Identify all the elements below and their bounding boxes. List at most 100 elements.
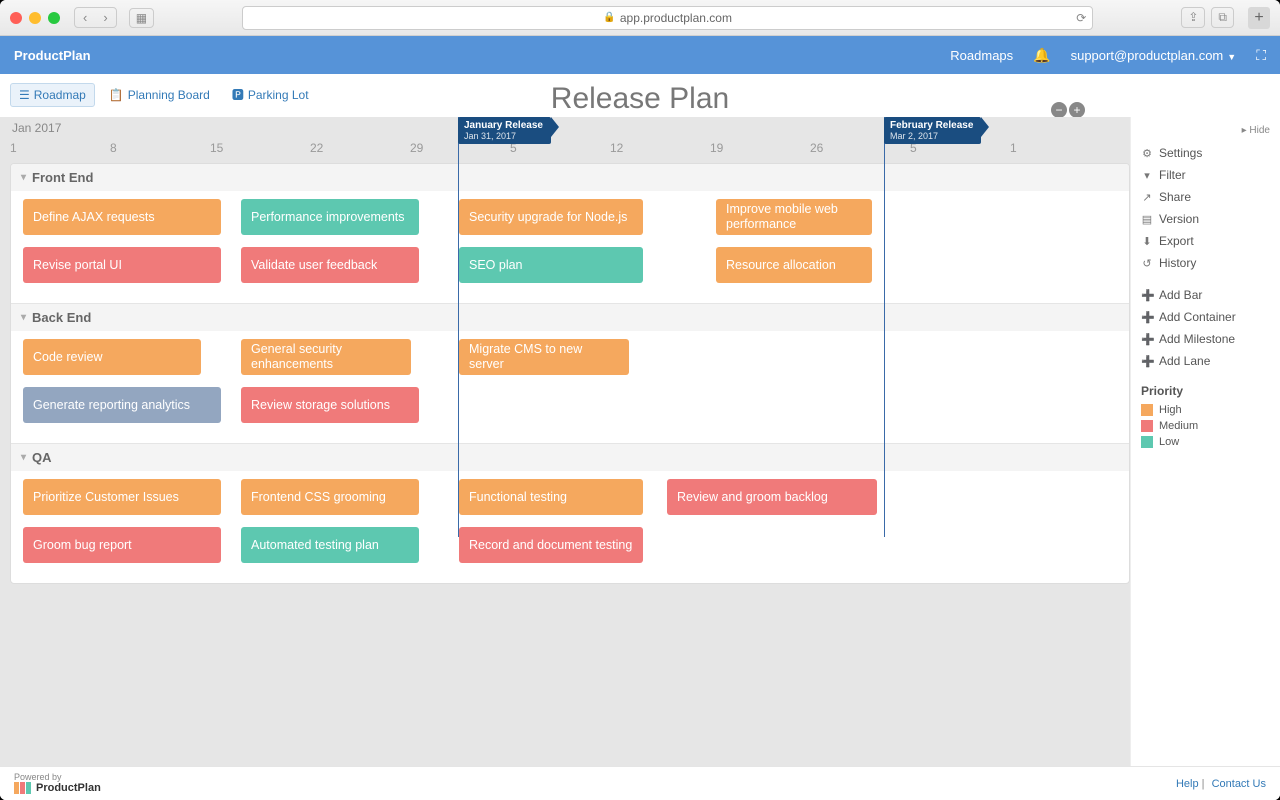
- day-label: 1: [10, 141, 110, 155]
- browser-window: ‹ › ▦ 🔒 app.productplan.com ⟳ ⇪ ⧉ + Prod…: [0, 0, 1280, 800]
- day-label: 19: [710, 141, 810, 155]
- fullscreen-icon[interactable]: ⛶: [1256, 47, 1266, 64]
- roadmap-bar[interactable]: Security upgrade for Node.js: [459, 199, 643, 235]
- roadmap-bar[interactable]: Revise portal UI: [23, 247, 221, 283]
- legend-item: Low: [1141, 434, 1270, 450]
- version-icon: ▤: [1141, 213, 1153, 226]
- lane-row: Revise portal UI Validate user feedback SE…: [11, 247, 1129, 287]
- new-tab-button[interactable]: +: [1248, 7, 1270, 29]
- lane-row: Prioritize Customer Issues Frontend CSS g…: [11, 479, 1129, 519]
- share-icon: ↗: [1141, 191, 1153, 204]
- add-lane-button[interactable]: ➕Add Lane: [1141, 350, 1270, 372]
- lane-row: Code review General security enhancements…: [11, 339, 1129, 379]
- nav-roadmaps[interactable]: Roadmaps: [950, 48, 1013, 63]
- chevron-down-icon: ▾: [21, 312, 26, 323]
- tab-planning-board[interactable]: 📋Planning Board: [101, 84, 218, 106]
- account-menu[interactable]: support@productplan.com▼: [1071, 48, 1237, 63]
- add-bar-button[interactable]: ➕Add Bar: [1141, 284, 1270, 306]
- zoom-in-button[interactable]: +: [1069, 102, 1085, 118]
- milestone[interactable]: February ReleaseMar 2, 2017: [884, 117, 981, 144]
- logo-icon: [14, 782, 32, 794]
- plus-icon: ➕: [1141, 355, 1153, 368]
- lane-header[interactable]: ▾Back End: [11, 303, 1129, 331]
- timeline[interactable]: Jan 2017FebMar 18152229512192651 January…: [0, 117, 1130, 766]
- roadmap-bar[interactable]: Improve mobile web performance: [716, 199, 872, 235]
- help-link[interactable]: Help: [1176, 778, 1199, 790]
- brand-label[interactable]: ProductPlan: [14, 48, 91, 63]
- roadmap-bar[interactable]: Generate reporting analytics: [23, 387, 221, 423]
- roadmap-bar[interactable]: Resource allocation: [716, 247, 872, 283]
- settings-link[interactable]: ⚙Settings: [1141, 142, 1270, 164]
- address-bar[interactable]: 🔒 app.productplan.com ⟳: [242, 6, 1093, 30]
- lanes-container: ▾Front End Define AJAX requests Performanc…: [10, 163, 1130, 584]
- window-controls: [10, 12, 60, 24]
- month-label: Jan 2017: [12, 121, 61, 135]
- nav-buttons: ‹ ›: [74, 7, 117, 28]
- roadmap-bar[interactable]: Frontend CSS grooming: [241, 479, 419, 515]
- version-link[interactable]: ▤Version: [1141, 208, 1270, 230]
- browser-toolbar: ‹ › ▦ 🔒 app.productplan.com ⟳ ⇪ ⧉ +: [0, 0, 1280, 36]
- chevron-down-icon: ▼: [1227, 52, 1236, 62]
- history-icon: ↺: [1141, 257, 1153, 270]
- chevron-down-icon: ▾: [21, 452, 26, 463]
- lane-body: Prioritize Customer Issues Frontend CSS g…: [11, 471, 1129, 583]
- notifications-icon[interactable]: 🔔: [1033, 47, 1050, 64]
- lane-header[interactable]: ▾Front End: [11, 164, 1129, 191]
- priority-heading: Priority: [1141, 384, 1270, 398]
- zoom-out-button[interactable]: −: [1051, 102, 1067, 118]
- day-label: 1: [1010, 141, 1110, 155]
- parking-icon: 🅿: [232, 86, 244, 103]
- roadmap-bar[interactable]: General security enhancements: [241, 339, 411, 375]
- tab-overview-button[interactable]: ▦: [129, 8, 154, 28]
- roadmap-bar[interactable]: SEO plan: [459, 247, 643, 283]
- lane-body: Code review General security enhancements…: [11, 331, 1129, 443]
- filter-icon: ▾: [1141, 169, 1153, 182]
- roadmap-bar[interactable]: Functional testing: [459, 479, 643, 515]
- roadmap-bar[interactable]: Validate user feedback: [241, 247, 419, 283]
- roadmap-bar[interactable]: Migrate CMS to new server: [459, 339, 629, 375]
- roadmap-bar[interactable]: Review storage solutions: [241, 387, 419, 423]
- back-button[interactable]: ‹: [75, 8, 95, 27]
- roadmap-bar[interactable]: Groom bug report: [23, 527, 221, 563]
- legend-item: Medium: [1141, 418, 1270, 434]
- roadmap-icon: ☰: [19, 88, 30, 102]
- hide-panel-button[interactable]: ▸ Hide: [1141, 125, 1270, 136]
- legend-item: High: [1141, 402, 1270, 418]
- share-link[interactable]: ↗Share: [1141, 186, 1270, 208]
- share-button[interactable]: ⇪: [1181, 7, 1205, 28]
- maximize-window-button[interactable]: [48, 12, 60, 24]
- add-container-button[interactable]: ➕Add Container: [1141, 306, 1270, 328]
- tab-parking-lot[interactable]: 🅿Parking Lot: [224, 82, 317, 107]
- day-label: 22: [310, 141, 410, 155]
- tabs-button[interactable]: ⧉: [1211, 7, 1234, 28]
- tab-roadmap[interactable]: ☰Roadmap: [10, 83, 95, 107]
- roadmap-bar[interactable]: Review and groom backlog: [667, 479, 877, 515]
- add-milestone-button[interactable]: ➕Add Milestone: [1141, 328, 1270, 350]
- roadmap-bar[interactable]: Performance improvements: [241, 199, 419, 235]
- roadmap-bar[interactable]: Define AJAX requests: [23, 199, 221, 235]
- legend-swatch: [1141, 404, 1153, 416]
- lane-header[interactable]: ▾QA: [11, 443, 1129, 471]
- history-link[interactable]: ↺History: [1141, 252, 1270, 274]
- roadmap-bar[interactable]: Automated testing plan: [241, 527, 419, 563]
- minimize-window-button[interactable]: [29, 12, 41, 24]
- filter-link[interactable]: ▾Filter: [1141, 164, 1270, 186]
- lane-row: Groom bug report Automated testing plan Re…: [11, 527, 1129, 567]
- forward-button[interactable]: ›: [95, 8, 115, 27]
- download-icon: ⬇: [1141, 235, 1153, 248]
- roadmap-bar[interactable]: Code review: [23, 339, 201, 375]
- plus-icon: ➕: [1141, 333, 1153, 346]
- lane-body: Define AJAX requests Performance improvem…: [11, 191, 1129, 303]
- footer-logo[interactable]: ProductPlan: [14, 782, 101, 794]
- contact-link[interactable]: Contact Us: [1212, 778, 1266, 790]
- app-body: Release Plan ☰Roadmap 📋Planning Board 🅿P…: [0, 74, 1280, 800]
- export-link[interactable]: ⬇Export: [1141, 230, 1270, 252]
- side-panel: ▸ Hide ⚙Settings ▾Filter ↗Share ▤Version…: [1130, 117, 1280, 766]
- reload-icon[interactable]: ⟳: [1076, 11, 1086, 25]
- milestone[interactable]: January ReleaseJan 31, 2017: [458, 117, 551, 144]
- app-header: ProductPlan Roadmaps 🔔 support@productpl…: [0, 36, 1280, 74]
- legend-swatch: [1141, 436, 1153, 448]
- roadmap-bar[interactable]: Prioritize Customer Issues: [23, 479, 221, 515]
- close-window-button[interactable]: [10, 12, 22, 24]
- roadmap-bar[interactable]: Record and document testing: [459, 527, 643, 563]
